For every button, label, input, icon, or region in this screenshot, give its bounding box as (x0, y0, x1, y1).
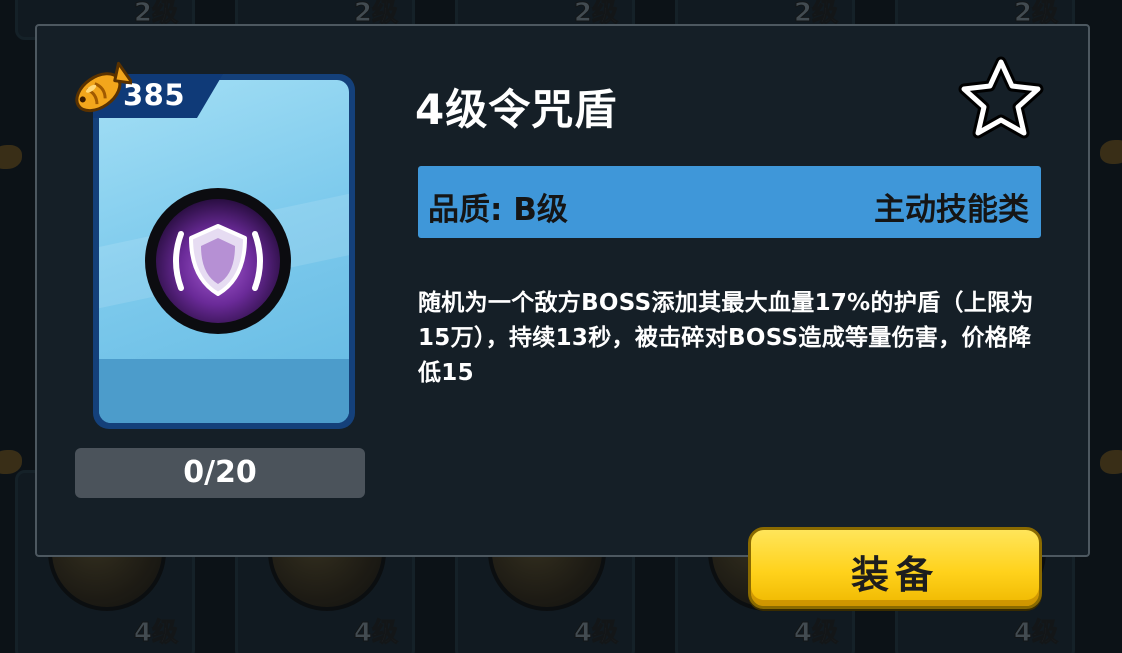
card-progress-bar: 0/20 (75, 448, 365, 498)
skill-detail-dialog: 385 0/20 4级令咒盾 品质: B级 主动技能类 随机为一个敌方BOSS添… (35, 24, 1090, 557)
equip-button[interactable]: 装备 (748, 527, 1042, 609)
quality-label: 品质: B级 (428, 192, 568, 228)
skill-title: 4级令咒盾 (415, 85, 618, 134)
skill-card: 385 (75, 61, 355, 429)
fish-coin-icon (75, 61, 132, 113)
skill-category: 主动技能类 (874, 192, 1029, 228)
skill-description: 随机为一个敌方BOSS添加其最大血量17%的护盾（上限为15万），持续13秒，被… (418, 290, 1034, 386)
skill-cost: 385 (123, 78, 186, 112)
game-screen: 2级 2级 2级 2级 2级 4级 4级 4级 4级 (0, 0, 1122, 653)
card-progress-text: 0/20 (183, 455, 257, 490)
quality-bar: 品质: B级 主动技能类 (418, 166, 1041, 238)
favorite-star-icon[interactable] (957, 56, 1045, 140)
skill-card-bottom-band (99, 359, 349, 423)
equip-button-label: 装备 (850, 553, 939, 597)
shield-icon (145, 188, 291, 334)
